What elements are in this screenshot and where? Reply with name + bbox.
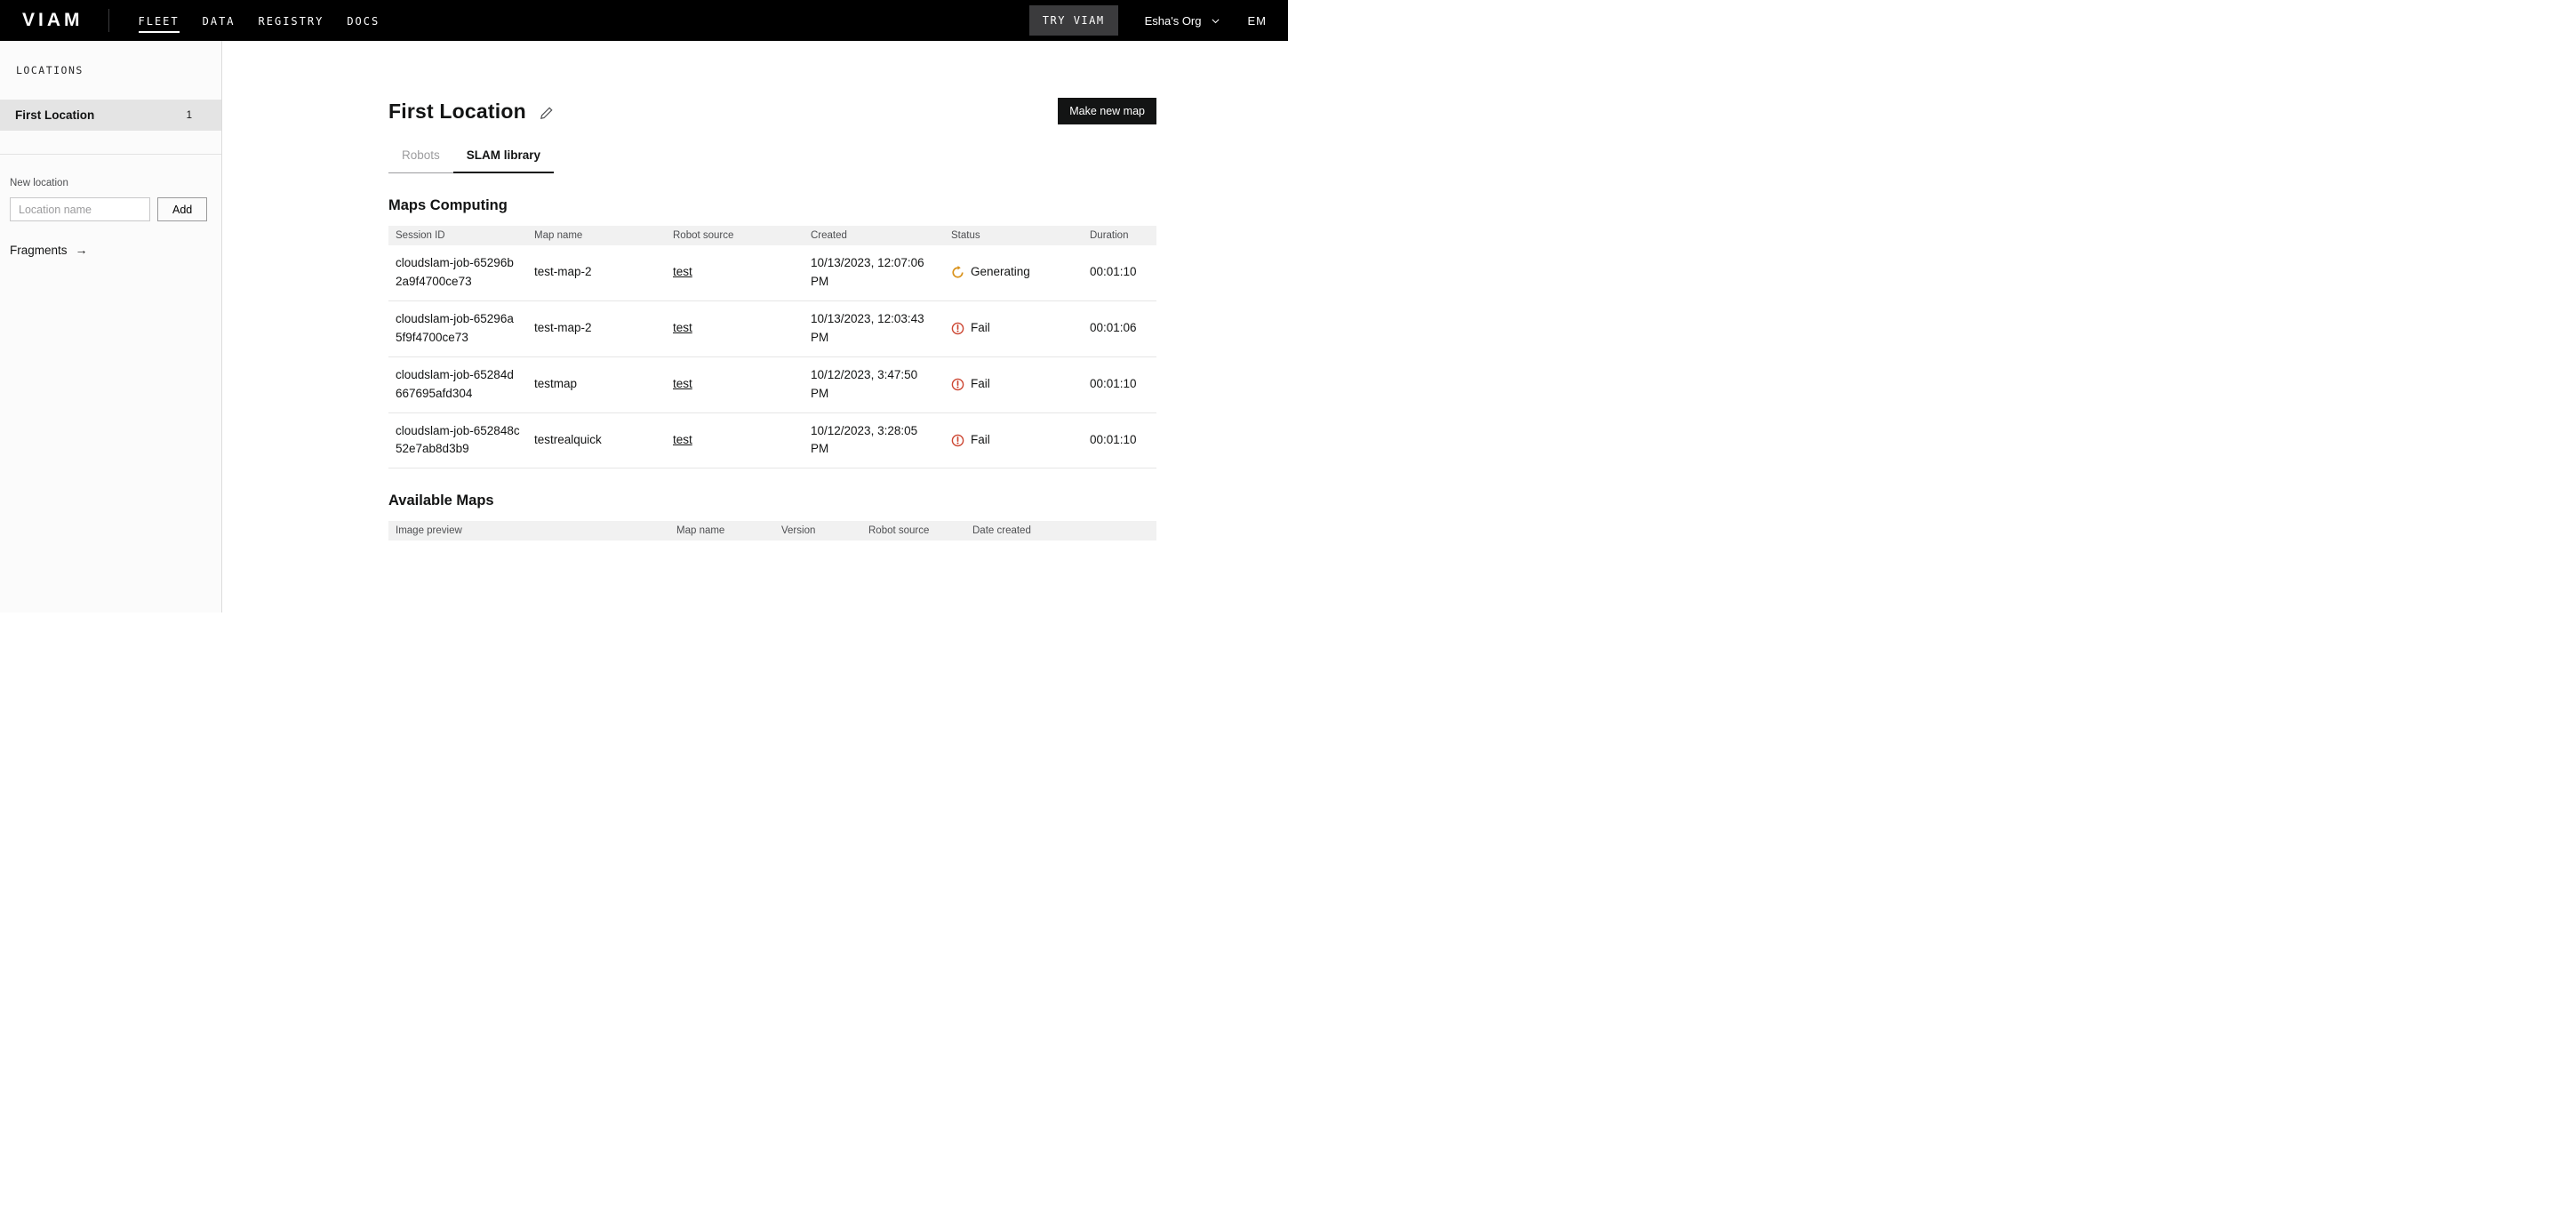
make-new-map-button[interactable]: Make new map — [1058, 98, 1156, 124]
status-label: Generating — [971, 263, 1030, 282]
location-name-input[interactable] — [10, 197, 150, 221]
sidebar-item-first-location[interactable]: First Location 1 — [0, 100, 221, 131]
robot-source-cell: test — [666, 245, 804, 300]
status-label: Fail — [971, 375, 990, 394]
locations-sidebar: LOCATIONS First Location 1 New location … — [0, 41, 222, 612]
page-title: First Location — [388, 100, 526, 124]
column-header-robot-source: Robot source — [666, 226, 804, 245]
maps-computing-heading: Maps Computing — [388, 197, 1156, 214]
fragments-link[interactable]: Fragments → — [10, 243, 211, 257]
table-header-row: Image preview Map name Version Robot sou… — [388, 521, 1156, 540]
robot-source-cell: test — [666, 356, 804, 412]
column-header-status: Status — [944, 226, 1083, 245]
fragments-label: Fragments — [10, 244, 68, 257]
user-menu[interactable]: EM — [1248, 14, 1268, 28]
arrow-right-icon: → — [76, 243, 88, 257]
column-header-robot-source: Robot source — [861, 521, 965, 540]
robot-source-link[interactable]: test — [673, 433, 692, 446]
nav-item-docs[interactable]: DOCS — [347, 8, 380, 33]
nav-divider — [108, 9, 109, 32]
viam-logo[interactable]: VIAM — [22, 10, 84, 31]
location-tabs: Robots SLAM library — [388, 148, 554, 173]
column-header-created: Created — [804, 226, 944, 245]
map-name-cell: test-map-2 — [527, 300, 666, 356]
add-location-button[interactable]: Add — [157, 197, 207, 221]
new-location-label: New location — [10, 178, 68, 188]
edit-location-name-icon[interactable] — [540, 106, 554, 120]
available-maps-heading: Available Maps — [388, 492, 1156, 509]
column-header-duration: Duration — [1083, 226, 1156, 245]
status-cell: Fail — [944, 300, 1083, 356]
available-maps-table: Image preview Map name Version Robot sou… — [388, 521, 1156, 622]
map-name-cell: test-map-2 — [527, 245, 666, 300]
session-id-cell: cloudslam-job-65296b2a9f4700ce73 — [388, 245, 527, 300]
status-label: Fail — [971, 431, 990, 450]
robot-source-link[interactable]: test — [673, 377, 692, 390]
generating-spinner-icon — [951, 266, 964, 279]
location-robot-count: 1 — [187, 110, 192, 121]
nav-item-registry[interactable]: REGISTRY — [259, 8, 324, 33]
status-cell: Fail — [944, 412, 1083, 468]
primary-nav: FLEET DATA REGISTRY DOCS — [139, 8, 380, 33]
duration-cell: 00:01:06 — [1083, 300, 1156, 356]
duration-cell: 00:01:10 — [1083, 245, 1156, 300]
main-content: First Location Make new map Robots SLAM … — [222, 41, 1288, 612]
created-cell: 10/12/2023, 3:47:50 PM — [804, 356, 944, 412]
maps-computing-table: Session ID Map name Robot source Created… — [388, 226, 1156, 468]
nav-item-data[interactable]: DATA — [203, 8, 236, 33]
location-name: First Location — [15, 108, 94, 122]
column-header-map-name: Map name — [527, 226, 666, 245]
status-cell: Generating — [944, 245, 1083, 300]
column-header-image-preview: Image preview — [388, 521, 669, 540]
map-name-cell: testrealquick — [527, 412, 666, 468]
table-row: cloudslam-job-65284d667695afd304 testmap… — [388, 356, 1156, 412]
column-header-session-id: Session ID — [388, 226, 527, 245]
column-header-date-created: Date created — [965, 521, 1156, 540]
robot-source-cell: test — [666, 300, 804, 356]
table-row: cloudslam-job-652848c52e7ab8d3b9 testrea… — [388, 412, 1156, 468]
map-name-cell: testmap — [527, 356, 666, 412]
empty-table-body — [388, 540, 1156, 622]
fail-alert-icon — [951, 322, 964, 335]
status-cell: Fail — [944, 356, 1083, 412]
duration-cell: 00:01:10 — [1083, 412, 1156, 468]
org-switcher[interactable]: Esha's Org — [1145, 14, 1221, 28]
org-name: Esha's Org — [1145, 14, 1202, 28]
chevron-down-icon — [1210, 15, 1221, 27]
session-id-cell: cloudslam-job-652848c52e7ab8d3b9 — [388, 412, 527, 468]
status-label: Fail — [971, 319, 990, 338]
duration-cell: 00:01:10 — [1083, 356, 1156, 412]
column-header-map-name: Map name — [669, 521, 774, 540]
session-id-cell: cloudslam-job-65296a5f9f4700ce73 — [388, 300, 527, 356]
table-header-row: Session ID Map name Robot source Created… — [388, 226, 1156, 245]
try-viam-button[interactable]: TRY VIAM — [1029, 5, 1118, 36]
column-header-version: Version — [774, 521, 861, 540]
table-row: cloudslam-job-65296b2a9f4700ce73 test-ma… — [388, 245, 1156, 300]
session-id-cell: cloudslam-job-65284d667695afd304 — [388, 356, 527, 412]
locations-heading: LOCATIONS — [0, 41, 221, 76]
nav-item-fleet[interactable]: FLEET — [139, 8, 180, 33]
new-location-section: New location Add Fragments → — [0, 155, 221, 257]
fail-alert-icon — [951, 378, 964, 391]
fail-alert-icon — [951, 434, 964, 447]
tab-slam-library[interactable]: SLAM library — [453, 148, 554, 173]
created-cell: 10/13/2023, 12:07:06 PM — [804, 245, 944, 300]
top-navbar: VIAM FLEET DATA REGISTRY DOCS TRY VIAM E… — [0, 0, 1288, 41]
robot-source-link[interactable]: test — [673, 321, 692, 334]
robot-source-link[interactable]: test — [673, 265, 692, 278]
created-cell: 10/13/2023, 12:03:43 PM — [804, 300, 944, 356]
robot-source-cell: test — [666, 412, 804, 468]
table-row: cloudslam-job-65296a5f9f4700ce73 test-ma… — [388, 300, 1156, 356]
tab-robots[interactable]: Robots — [388, 148, 453, 172]
created-cell: 10/12/2023, 3:28:05 PM — [804, 412, 944, 468]
